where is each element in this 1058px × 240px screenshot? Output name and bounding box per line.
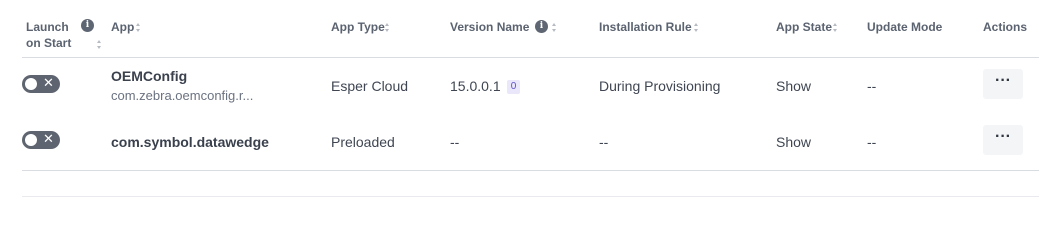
header-app-type[interactable]: App Type <box>331 19 385 35</box>
more-actions-button[interactable]: ··· <box>983 125 1023 155</box>
version-name: 15.0.0.1 <box>450 78 501 94</box>
toggle-knob <box>25 78 37 90</box>
update-mode: -- <box>867 134 877 150</box>
launch-sort-icon[interactable] <box>97 40 102 49</box>
version-sort-icon[interactable] <box>552 23 557 32</box>
app-package: com.zebra.oemconfig.r... <box>111 88 254 103</box>
header-launch-on-start: Launch on Start <box>26 19 71 51</box>
version-name: -- <box>450 134 460 150</box>
header-divider <box>22 57 1039 58</box>
header-actions: Actions <box>983 20 1028 34</box>
header-installation-rule[interactable]: Installation Rule <box>599 19 692 35</box>
app-type-sort-icon[interactable] <box>385 23 390 32</box>
version-count-badge[interactable]: 0 <box>507 80 520 94</box>
app-sort-icon[interactable] <box>136 23 141 32</box>
app-state: Show <box>776 78 812 94</box>
toggle-off-icon: ✕ <box>43 132 54 147</box>
more-actions-button[interactable]: ··· <box>983 69 1023 99</box>
more-horizontal-icon: ··· <box>995 72 1011 89</box>
header-app-state[interactable]: App State <box>776 19 832 35</box>
installation-rule-sort-icon[interactable] <box>694 23 699 32</box>
installation-rule: During Provisioning <box>599 78 721 94</box>
footer-divider <box>22 196 1039 197</box>
app-state-sort-icon[interactable] <box>833 23 838 32</box>
app-type: Esper Cloud <box>331 78 409 94</box>
more-horizontal-icon: ··· <box>995 128 1011 145</box>
app-type: Preloaded <box>331 134 395 150</box>
update-mode: -- <box>867 78 877 94</box>
header-app[interactable]: App <box>111 19 134 35</box>
header-launch-line2: on Start <box>26 36 72 50</box>
installation-rule: -- <box>599 134 609 150</box>
launch-on-start-toggle[interactable]: ✕ <box>22 75 60 93</box>
header-version-name[interactable]: Version Name <box>450 19 529 35</box>
version-info-icon[interactable]: i <box>535 20 548 33</box>
app-name[interactable]: OEMConfig <box>111 67 187 85</box>
launch-on-start-toggle[interactable]: ✕ <box>22 131 60 149</box>
toggle-off-icon: ✕ <box>43 76 54 91</box>
launch-info-icon[interactable]: i <box>81 19 94 32</box>
table-bottom-divider <box>22 170 1039 171</box>
app-state: Show <box>776 134 812 150</box>
app-name[interactable]: com.symbol.datawedge <box>111 133 269 151</box>
header-update-mode: Update Mode <box>867 20 943 34</box>
toggle-knob <box>25 134 37 146</box>
header-launch-line1: Launch <box>26 20 69 34</box>
